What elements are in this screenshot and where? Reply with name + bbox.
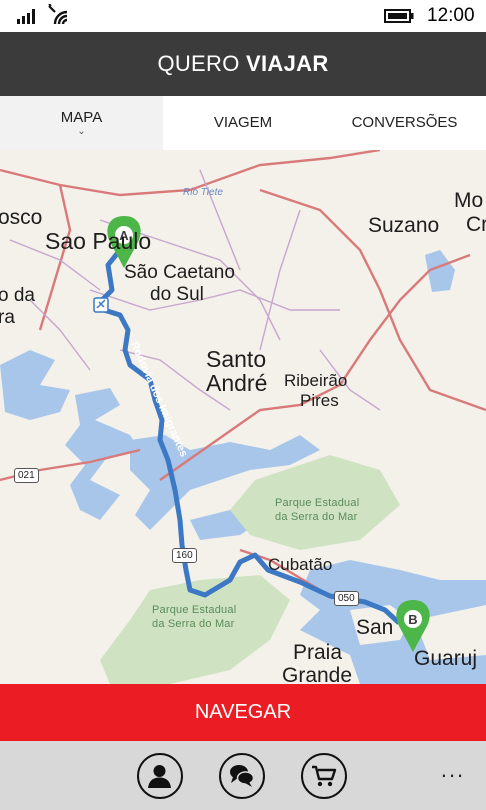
map-label-ribeirao: Ribeirão: [284, 371, 348, 390]
route-map[interactable]: A B osco Sao Paulo São Caetano do Sul o …: [0, 150, 486, 684]
clock-time: 12:00: [427, 5, 475, 26]
status-bar: 12:00: [0, 0, 486, 32]
cart-button[interactable]: [301, 753, 347, 799]
tab-bar: MAPA ⌄ VIAGEM CONVERSÕES: [0, 96, 486, 150]
chevron-down-icon: ⌄: [77, 126, 86, 137]
map-label-cubatao: Cubatão: [268, 555, 333, 574]
map-label-sao-paulo: Sao Paulo: [45, 228, 152, 254]
navigate-button[interactable]: NAVEGAR: [0, 684, 486, 741]
map-label-pires: Pires: [300, 391, 339, 410]
map-label-park-1b: da Serra do Mar: [275, 511, 358, 523]
map-label-river: Rio Tiete: [183, 187, 223, 198]
map-label-park-2a: Parque Estadual: [152, 604, 237, 616]
map-label-santo: Santo: [206, 346, 267, 372]
airport-icon: [93, 297, 109, 313]
map-label-park-1a: Parque Estadual: [275, 497, 360, 509]
tab-mapa-label: MAPA: [60, 109, 103, 126]
more-options-button[interactable]: ...: [436, 759, 470, 783]
map-label-guaruj: Guaruj: [414, 647, 478, 670]
chat-icon: [230, 765, 255, 787]
map-label-cr: Cr: [466, 213, 486, 236]
map-label-andre: André: [206, 370, 268, 396]
map-label-san: San: [356, 616, 394, 639]
road-shield-050: 050: [334, 591, 359, 606]
tab-viagem-label: VIAGEM: [213, 114, 273, 131]
chat-button[interactable]: [219, 753, 265, 799]
cart-icon: [312, 765, 337, 787]
road-shield-160: 160: [172, 548, 197, 563]
map-label-sao-caetano: São Caetano: [124, 262, 235, 283]
map-label-grande: Grande: [282, 664, 353, 685]
map-label-ra: ra: [0, 307, 15, 328]
map-label-praia: Praia: [293, 641, 343, 664]
map-label-osco: osco: [0, 206, 43, 229]
tab-mapa[interactable]: MAPA ⌄: [0, 96, 163, 150]
wifi-icon: [48, 4, 68, 25]
app-bar: ...: [0, 741, 486, 810]
tab-conversoes-label: CONVERSÕES: [351, 114, 458, 131]
app-title: QUERO VIAJAR: [0, 32, 486, 96]
signal-strength-icon: [17, 9, 35, 24]
map-label-mo: Mo: [454, 189, 484, 212]
app-title-light: QUERO: [157, 51, 240, 76]
tab-viagem[interactable]: VIAGEM: [163, 96, 323, 150]
app-title-bold: VIAJAR: [246, 51, 329, 76]
map-label-o-da: o da: [0, 285, 35, 306]
map-label-suzano: Suzano: [368, 214, 440, 237]
person-icon: [148, 765, 171, 788]
profile-button[interactable]: [137, 753, 183, 799]
map-label-park-2b: da Serra do Mar: [152, 618, 235, 630]
map-label-do-sul: do Sul: [150, 284, 204, 305]
battery-icon: [384, 9, 414, 23]
destination-marker-letter: B: [408, 612, 417, 627]
tab-conversoes[interactable]: CONVERSÕES: [323, 96, 486, 150]
road-shield-021: 021: [14, 468, 39, 483]
